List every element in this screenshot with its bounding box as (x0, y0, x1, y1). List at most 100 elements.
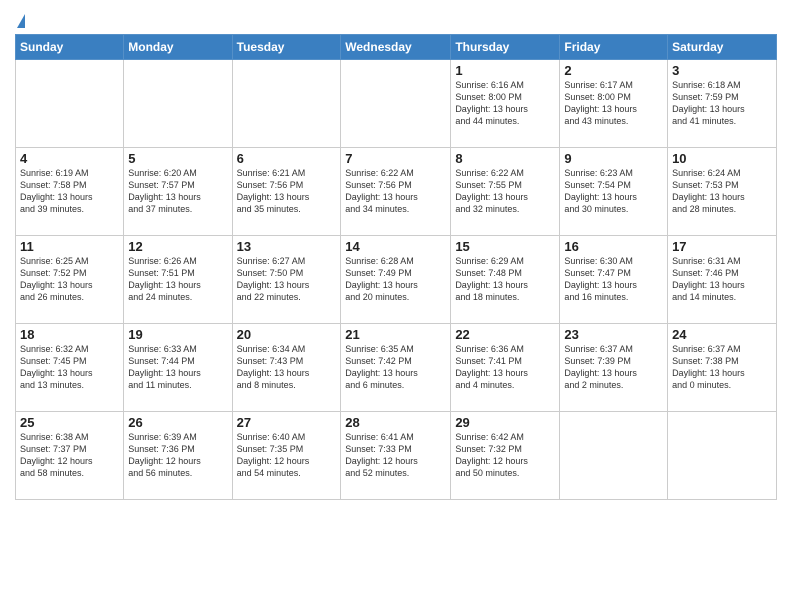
calendar-cell: 7Sunrise: 6:22 AM Sunset: 7:56 PM Daylig… (341, 148, 451, 236)
day-number: 7 (345, 151, 446, 166)
day-number: 21 (345, 327, 446, 342)
day-info: Sunrise: 6:38 AM Sunset: 7:37 PM Dayligh… (20, 431, 119, 480)
day-number: 26 (128, 415, 227, 430)
calendar-table: SundayMondayTuesdayWednesdayThursdayFrid… (15, 34, 777, 500)
calendar-week-1: 1Sunrise: 6:16 AM Sunset: 8:00 PM Daylig… (16, 60, 777, 148)
day-info: Sunrise: 6:40 AM Sunset: 7:35 PM Dayligh… (237, 431, 337, 480)
day-number: 27 (237, 415, 337, 430)
day-number: 28 (345, 415, 446, 430)
day-number: 5 (128, 151, 227, 166)
calendar-cell: 18Sunrise: 6:32 AM Sunset: 7:45 PM Dayli… (16, 324, 124, 412)
day-info: Sunrise: 6:34 AM Sunset: 7:43 PM Dayligh… (237, 343, 337, 392)
calendar-week-5: 25Sunrise: 6:38 AM Sunset: 7:37 PM Dayli… (16, 412, 777, 500)
day-header-tuesday: Tuesday (232, 35, 341, 60)
calendar-week-3: 11Sunrise: 6:25 AM Sunset: 7:52 PM Dayli… (16, 236, 777, 324)
day-number: 23 (564, 327, 663, 342)
day-info: Sunrise: 6:36 AM Sunset: 7:41 PM Dayligh… (455, 343, 555, 392)
day-number: 17 (672, 239, 772, 254)
day-info: Sunrise: 6:23 AM Sunset: 7:54 PM Dayligh… (564, 167, 663, 216)
day-number: 14 (345, 239, 446, 254)
day-header-thursday: Thursday (451, 35, 560, 60)
calendar-cell: 24Sunrise: 6:37 AM Sunset: 7:38 PM Dayli… (668, 324, 777, 412)
calendar-cell: 6Sunrise: 6:21 AM Sunset: 7:56 PM Daylig… (232, 148, 341, 236)
day-info: Sunrise: 6:31 AM Sunset: 7:46 PM Dayligh… (672, 255, 772, 304)
calendar-cell: 9Sunrise: 6:23 AM Sunset: 7:54 PM Daylig… (560, 148, 668, 236)
day-info: Sunrise: 6:28 AM Sunset: 7:49 PM Dayligh… (345, 255, 446, 304)
day-number: 24 (672, 327, 772, 342)
calendar-cell: 15Sunrise: 6:29 AM Sunset: 7:48 PM Dayli… (451, 236, 560, 324)
day-info: Sunrise: 6:33 AM Sunset: 7:44 PM Dayligh… (128, 343, 227, 392)
day-info: Sunrise: 6:17 AM Sunset: 8:00 PM Dayligh… (564, 79, 663, 128)
calendar-week-4: 18Sunrise: 6:32 AM Sunset: 7:45 PM Dayli… (16, 324, 777, 412)
day-number: 29 (455, 415, 555, 430)
day-number: 10 (672, 151, 772, 166)
day-number: 4 (20, 151, 119, 166)
calendar-cell: 2Sunrise: 6:17 AM Sunset: 8:00 PM Daylig… (560, 60, 668, 148)
calendar-cell (341, 60, 451, 148)
day-number: 6 (237, 151, 337, 166)
calendar-cell: 20Sunrise: 6:34 AM Sunset: 7:43 PM Dayli… (232, 324, 341, 412)
day-info: Sunrise: 6:16 AM Sunset: 8:00 PM Dayligh… (455, 79, 555, 128)
calendar-cell: 21Sunrise: 6:35 AM Sunset: 7:42 PM Dayli… (341, 324, 451, 412)
day-header-sunday: Sunday (16, 35, 124, 60)
calendar-cell: 19Sunrise: 6:33 AM Sunset: 7:44 PM Dayli… (124, 324, 232, 412)
header (15, 10, 777, 28)
calendar-cell: 27Sunrise: 6:40 AM Sunset: 7:35 PM Dayli… (232, 412, 341, 500)
calendar-cell: 29Sunrise: 6:42 AM Sunset: 7:32 PM Dayli… (451, 412, 560, 500)
calendar-cell: 14Sunrise: 6:28 AM Sunset: 7:49 PM Dayli… (341, 236, 451, 324)
calendar-cell: 10Sunrise: 6:24 AM Sunset: 7:53 PM Dayli… (668, 148, 777, 236)
day-number: 3 (672, 63, 772, 78)
day-number: 15 (455, 239, 555, 254)
day-number: 25 (20, 415, 119, 430)
day-header-wednesday: Wednesday (341, 35, 451, 60)
day-info: Sunrise: 6:41 AM Sunset: 7:33 PM Dayligh… (345, 431, 446, 480)
logo (15, 10, 25, 28)
day-info: Sunrise: 6:19 AM Sunset: 7:58 PM Dayligh… (20, 167, 119, 216)
day-info: Sunrise: 6:29 AM Sunset: 7:48 PM Dayligh… (455, 255, 555, 304)
day-info: Sunrise: 6:18 AM Sunset: 7:59 PM Dayligh… (672, 79, 772, 128)
day-info: Sunrise: 6:24 AM Sunset: 7:53 PM Dayligh… (672, 167, 772, 216)
day-number: 2 (564, 63, 663, 78)
calendar-cell: 4Sunrise: 6:19 AM Sunset: 7:58 PM Daylig… (16, 148, 124, 236)
calendar-cell (124, 60, 232, 148)
day-header-saturday: Saturday (668, 35, 777, 60)
calendar-cell: 12Sunrise: 6:26 AM Sunset: 7:51 PM Dayli… (124, 236, 232, 324)
day-info: Sunrise: 6:35 AM Sunset: 7:42 PM Dayligh… (345, 343, 446, 392)
day-number: 16 (564, 239, 663, 254)
day-info: Sunrise: 6:42 AM Sunset: 7:32 PM Dayligh… (455, 431, 555, 480)
calendar-cell: 1Sunrise: 6:16 AM Sunset: 8:00 PM Daylig… (451, 60, 560, 148)
day-number: 8 (455, 151, 555, 166)
day-info: Sunrise: 6:37 AM Sunset: 7:39 PM Dayligh… (564, 343, 663, 392)
day-info: Sunrise: 6:22 AM Sunset: 7:55 PM Dayligh… (455, 167, 555, 216)
calendar-week-2: 4Sunrise: 6:19 AM Sunset: 7:58 PM Daylig… (16, 148, 777, 236)
calendar-cell: 25Sunrise: 6:38 AM Sunset: 7:37 PM Dayli… (16, 412, 124, 500)
calendar-cell: 26Sunrise: 6:39 AM Sunset: 7:36 PM Dayli… (124, 412, 232, 500)
calendar-cell: 3Sunrise: 6:18 AM Sunset: 7:59 PM Daylig… (668, 60, 777, 148)
day-header-friday: Friday (560, 35, 668, 60)
calendar-cell: 22Sunrise: 6:36 AM Sunset: 7:41 PM Dayli… (451, 324, 560, 412)
day-info: Sunrise: 6:27 AM Sunset: 7:50 PM Dayligh… (237, 255, 337, 304)
day-number: 19 (128, 327, 227, 342)
calendar-cell (232, 60, 341, 148)
day-number: 18 (20, 327, 119, 342)
day-info: Sunrise: 6:26 AM Sunset: 7:51 PM Dayligh… (128, 255, 227, 304)
day-info: Sunrise: 6:25 AM Sunset: 7:52 PM Dayligh… (20, 255, 119, 304)
calendar-cell: 16Sunrise: 6:30 AM Sunset: 7:47 PM Dayli… (560, 236, 668, 324)
day-info: Sunrise: 6:20 AM Sunset: 7:57 PM Dayligh… (128, 167, 227, 216)
day-number: 20 (237, 327, 337, 342)
day-number: 22 (455, 327, 555, 342)
logo-triangle-icon (17, 14, 25, 28)
day-info: Sunrise: 6:22 AM Sunset: 7:56 PM Dayligh… (345, 167, 446, 216)
day-number: 9 (564, 151, 663, 166)
calendar-cell: 17Sunrise: 6:31 AM Sunset: 7:46 PM Dayli… (668, 236, 777, 324)
calendar-cell (560, 412, 668, 500)
calendar-cell: 5Sunrise: 6:20 AM Sunset: 7:57 PM Daylig… (124, 148, 232, 236)
calendar-cell (668, 412, 777, 500)
day-info: Sunrise: 6:30 AM Sunset: 7:47 PM Dayligh… (564, 255, 663, 304)
calendar-cell: 28Sunrise: 6:41 AM Sunset: 7:33 PM Dayli… (341, 412, 451, 500)
calendar-cell: 11Sunrise: 6:25 AM Sunset: 7:52 PM Dayli… (16, 236, 124, 324)
day-info: Sunrise: 6:37 AM Sunset: 7:38 PM Dayligh… (672, 343, 772, 392)
day-header-monday: Monday (124, 35, 232, 60)
day-info: Sunrise: 6:21 AM Sunset: 7:56 PM Dayligh… (237, 167, 337, 216)
day-info: Sunrise: 6:32 AM Sunset: 7:45 PM Dayligh… (20, 343, 119, 392)
